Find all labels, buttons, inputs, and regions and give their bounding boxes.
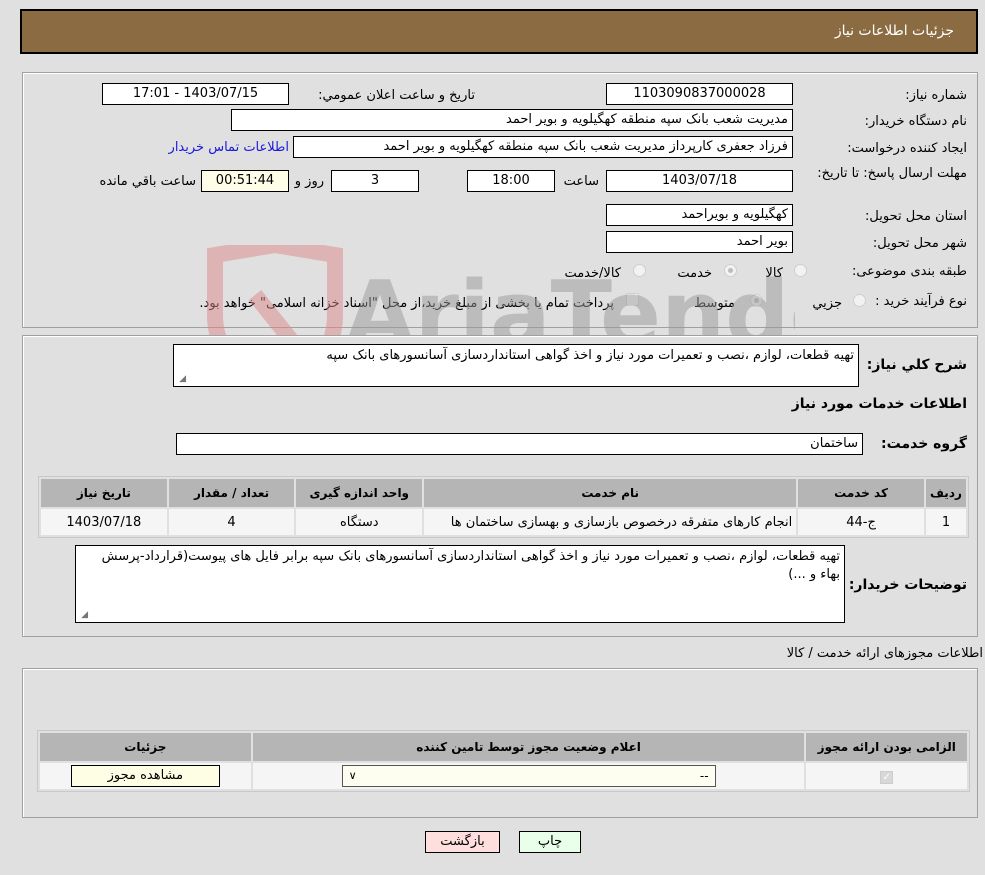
- permits-heading: اطلاعات مجوزهای ارائه خدمت / کالا: [786, 646, 983, 661]
- category-radio-goods-service[interactable]: [633, 264, 646, 277]
- buyer-org-label: نام دستگاه خریدار:: [864, 114, 967, 129]
- cell-permit-status: -- ∨: [252, 763, 805, 789]
- need-number-label: شماره نیاز:: [905, 88, 967, 103]
- buyer-notes-textarea[interactable]: تهیه قطعات، لوازم ،نصب و تعمیرات مورد نی…: [75, 545, 845, 623]
- process-radio-medium[interactable]: [750, 294, 763, 307]
- resize-grip-icon[interactable]: ◢: [78, 610, 88, 620]
- province-field: کهگیلویه و بویراحمد: [606, 204, 793, 226]
- buyer-org-field: مدیریت شعب بانک سپه منطقه کهگیلویه و بوی…: [231, 109, 793, 131]
- announce-label: تاریخ و ساعت اعلان عمومي:: [318, 88, 475, 103]
- service-group-field: ساختمان: [176, 433, 863, 455]
- cell-permit-required: ✓: [806, 763, 967, 789]
- col-need-date: تاریخ نیاز: [41, 479, 167, 507]
- deadline-date-field: 1403/07/18: [606, 170, 793, 192]
- days-label: روز و: [294, 174, 324, 189]
- deadline-label: مهلت ارسال پاسخ: تا تاریخ:: [817, 166, 967, 181]
- permits-table-header: الزامی بودن ارائه مجوز اعلام وضعیت مجوز …: [40, 733, 967, 761]
- city-field: بویر احمد: [606, 231, 793, 253]
- category-option-goods: کالا: [765, 266, 783, 281]
- cell-row: 1: [925, 509, 966, 535]
- creator-label: ایجاد کننده درخواست:: [847, 141, 967, 156]
- category-option-goods-service: کالا/خدمت: [564, 266, 621, 281]
- buyer-notes-text: تهیه قطعات، لوازم ،نصب و تعمیرات مورد نی…: [101, 549, 840, 582]
- print-button[interactable]: چاپ: [519, 831, 581, 853]
- cell-unit: دستگاه: [296, 509, 423, 535]
- col-permit-required: الزامی بودن ارائه مجوز: [806, 733, 967, 761]
- process-option-minor: جزيي: [812, 296, 842, 311]
- days-remaining-field: 3: [331, 170, 419, 192]
- cell-service-code: ج-44: [798, 509, 924, 535]
- permit-status-select[interactable]: -- ∨: [341, 765, 716, 787]
- time-remaining-field: 00:51:44: [201, 170, 289, 192]
- cell-service-name: انجام کارهای متفرقه درخصوص بازسازی و بهس…: [424, 509, 797, 535]
- page-title: جزئیات اطلاعات نیاز: [834, 23, 954, 39]
- col-permit-details: جزئیات: [40, 733, 251, 761]
- treasury-note: پرداخت تمام یا بخشی از مبلغ خرید،از محل …: [199, 296, 614, 311]
- deadline-time-label: ساعت: [563, 174, 599, 189]
- buyer-notes-label: توضیحات خریدار:: [848, 577, 967, 593]
- col-permit-status: اعلام وضعیت مجوز توسط تامین کننده: [252, 733, 805, 761]
- process-type-label: نوع فرآیند خرید :: [875, 294, 967, 309]
- category-label: طبقه بندی موضوعی:: [851, 264, 967, 279]
- process-radio-minor[interactable]: [853, 294, 866, 307]
- col-service-name: نام خدمت: [424, 479, 797, 507]
- cell-permit-details: مشاهده مجوز: [40, 763, 251, 789]
- col-row: ردیف: [925, 479, 966, 507]
- summary-text: تهیه قطعات، لوازم ،نصب و تعمیرات مورد نی…: [326, 348, 854, 363]
- col-unit: واحد اندازه گیری: [296, 479, 423, 507]
- treasury-checkbox[interactable]: [626, 293, 639, 306]
- category-radio-goods[interactable]: [794, 264, 807, 277]
- services-table-header: ردیف کد خدمت نام خدمت واحد اندازه گیری ت…: [41, 479, 966, 507]
- deadline-time-field: 18:00: [467, 170, 555, 192]
- time-remaining-label: ساعت باقي مانده: [99, 174, 196, 189]
- view-permit-button[interactable]: مشاهده مجوز: [70, 765, 220, 787]
- permit-status-value: --: [699, 769, 709, 783]
- cell-need-date: 1403/07/18: [41, 509, 167, 535]
- category-radio-service[interactable]: [724, 264, 737, 277]
- permits-table: الزامی بودن ارائه مجوز اعلام وضعیت مجوز …: [37, 730, 970, 792]
- province-label: استان محل تحویل:: [865, 209, 967, 224]
- announce-datetime-field: 1403/07/15 - 17:01: [102, 83, 289, 105]
- table-row: ✓ -- ∨ مشاهده مجوز: [40, 763, 967, 789]
- buyer-contact-link[interactable]: اطلاعات تماس خریدار: [169, 140, 289, 155]
- back-button[interactable]: بازگشت: [425, 831, 500, 853]
- col-quantity: تعداد / مقدار: [168, 479, 295, 507]
- col-service-code: کد خدمت: [798, 479, 924, 507]
- table-row: 1 ج-44 انجام کارهای متفرقه درخصوص بازساز…: [41, 509, 966, 535]
- city-label: شهر محل تحویل:: [872, 236, 967, 251]
- service-group-label: گروه خدمت:: [881, 436, 967, 452]
- summary-label: شرح کلي نیاز:: [866, 357, 967, 373]
- page-header: جزئیات اطلاعات نیاز: [20, 9, 978, 54]
- need-number-field: 1103090837000028: [606, 83, 793, 105]
- services-heading: اطلاعات خدمات مورد نیاز: [791, 396, 967, 412]
- category-option-service: خدمت: [677, 266, 712, 281]
- services-table: ردیف کد خدمت نام خدمت واحد اندازه گیری ت…: [38, 476, 969, 538]
- cell-quantity: 4: [168, 509, 295, 535]
- summary-textarea[interactable]: تهیه قطعات، لوازم ،نصب و تعمیرات مورد نی…: [173, 344, 859, 387]
- resize-grip-icon[interactable]: ◢: [176, 374, 186, 384]
- chevron-down-icon: ∨: [348, 769, 357, 782]
- creator-field: فرزاد جعفری کارپرداز مدیریت شعب بانک سپه…: [293, 136, 793, 158]
- process-option-medium: متوسط: [694, 296, 735, 311]
- permit-required-checkbox[interactable]: ✓: [880, 770, 894, 784]
